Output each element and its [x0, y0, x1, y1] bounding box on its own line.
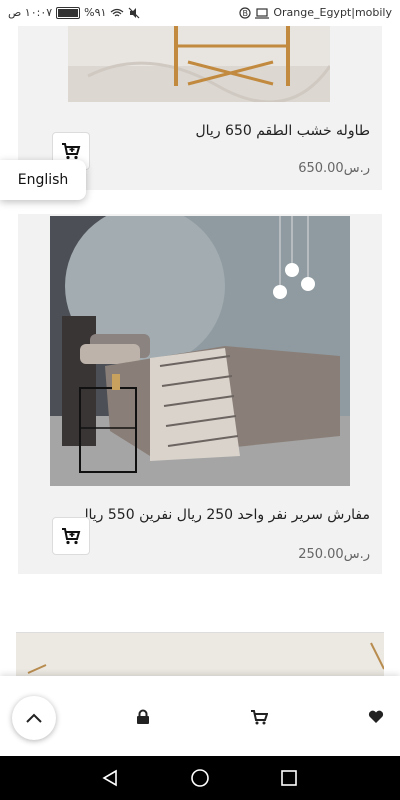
language-toggle-button[interactable]: English	[0, 160, 86, 200]
app-notification-icon: B	[239, 6, 251, 19]
mute-icon	[128, 7, 140, 18]
product-card[interactable]: مفارش سرير نفر واحد 250 ريال نفرين 550 ر…	[18, 214, 382, 574]
table-photo	[68, 26, 330, 102]
nav-cart-button[interactable]	[250, 708, 268, 726]
svg-text:B: B	[243, 9, 249, 18]
scroll-to-top-button[interactable]	[12, 696, 56, 740]
product-image[interactable]	[50, 216, 350, 486]
nav-wishlist-button[interactable]	[367, 708, 385, 726]
status-bar: ١٠:٠٧ ص %٩١ B Orange_Egypt|mobily	[0, 0, 400, 26]
product-card[interactable]	[16, 632, 384, 676]
chevron-up-icon	[26, 713, 42, 723]
laptop-icon	[255, 7, 270, 19]
back-button[interactable]	[100, 768, 120, 788]
bedding-photo	[50, 216, 350, 486]
product-price: 650.00ر.س	[298, 161, 370, 176]
home-button[interactable]	[190, 768, 210, 788]
product-title[interactable]: مفارش سرير نفر واحد 250 ريال نفرين 550 ر…	[78, 507, 370, 523]
cart-plus-icon	[62, 528, 81, 545]
battery-percent: %٩١	[84, 6, 107, 19]
clock-time: ١٠:٠٧ ص	[8, 6, 53, 19]
bottom-nav	[0, 676, 400, 756]
heart-icon	[368, 710, 384, 723]
product-title[interactable]: طاوله خشب الطقم 650 ريال	[195, 123, 370, 139]
home-icon	[191, 769, 209, 787]
carrier-name: Orange_Egypt|mobily	[273, 6, 392, 19]
status-right: B Orange_Egypt|mobily	[239, 6, 392, 19]
status-left: ١٠:٠٧ ص %٩١	[8, 6, 140, 19]
product-image[interactable]	[68, 26, 330, 102]
cart-icon	[251, 710, 268, 725]
lock-icon	[137, 709, 149, 724]
recents-icon	[281, 770, 297, 786]
add-to-cart-button[interactable]	[52, 517, 90, 555]
nav-account-button[interactable]	[134, 708, 152, 726]
cart-plus-icon	[62, 143, 81, 160]
recents-button[interactable]	[279, 768, 299, 788]
battery-fill	[58, 8, 79, 17]
room-photo	[16, 633, 384, 676]
back-icon	[102, 769, 117, 787]
product-price: 250.00ر.س	[298, 547, 370, 562]
battery-icon	[56, 6, 81, 19]
product-image[interactable]	[16, 632, 384, 676]
wifi-icon	[111, 8, 124, 16]
system-nav-bar	[0, 756, 400, 800]
product-list: طاوله خشب الطقم 650 ريال 650.00ر.س مفارش…	[0, 26, 400, 676]
